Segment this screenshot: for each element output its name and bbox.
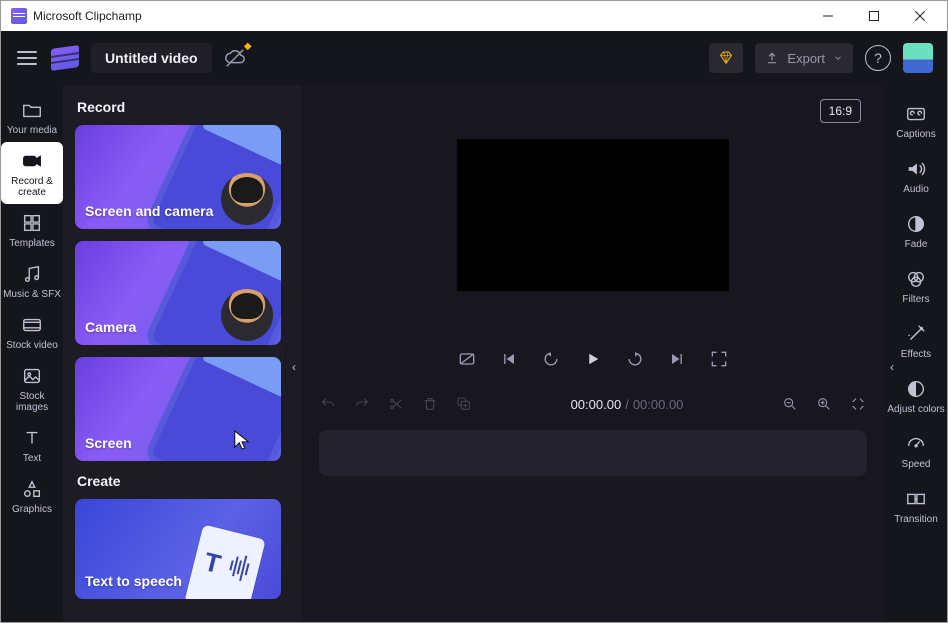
preview-area: 16:9 [301, 85, 885, 384]
music-icon [21, 263, 43, 285]
rr-filters[interactable]: Filters [885, 260, 947, 311]
rr-speed[interactable]: Speed [885, 425, 947, 476]
timeline: 00:00.00/00:00.00 [301, 384, 885, 622]
delete-button[interactable] [421, 395, 439, 413]
right-rail: ‹ Captions Audio Fade Filters [885, 85, 947, 622]
secondary-panel: Record Screen and camera Camera Screen [63, 85, 301, 622]
zoom-out-button[interactable] [781, 395, 799, 413]
rr-fade[interactable]: Fade [885, 205, 947, 256]
rail-record-create[interactable]: Record & create [1, 142, 63, 204]
transport-controls [301, 348, 885, 370]
audio-icon [905, 158, 927, 180]
export-button[interactable]: Export [755, 43, 853, 73]
titlebar: Microsoft Clipchamp [1, 1, 947, 31]
topbar: Untitled video ◆ Export ? [1, 31, 947, 85]
video-preview-canvas[interactable] [457, 139, 729, 291]
seek-forward-button[interactable] [624, 348, 646, 370]
stock-video-icon [21, 314, 43, 336]
upgrade-premium-button[interactable] [709, 43, 743, 73]
account-avatar[interactable] [903, 43, 933, 73]
person-avatar-icon [221, 173, 273, 225]
card-label: Camera [85, 319, 136, 335]
rail-your-media[interactable]: Your media [1, 91, 63, 142]
rr-audio[interactable]: Audio [885, 150, 947, 201]
captions-icon [905, 103, 927, 125]
zoom-fit-button[interactable] [849, 395, 867, 413]
card-screen-and-camera[interactable]: Screen and camera [75, 125, 281, 229]
duplicate-button[interactable] [455, 395, 473, 413]
main-area: 16:9 [301, 85, 885, 622]
transition-icon [905, 488, 927, 510]
zoom-in-button[interactable] [815, 395, 833, 413]
premium-indicator-icon: ◆ [244, 41, 252, 52]
adjust-colors-icon [905, 378, 927, 400]
card-camera[interactable]: Camera [75, 241, 281, 345]
folder-icon [21, 99, 43, 121]
redo-button[interactable] [353, 395, 371, 413]
rail-templates[interactable]: Templates [1, 204, 63, 255]
templates-icon [21, 212, 43, 234]
help-button[interactable]: ? [865, 45, 891, 71]
app-icon [11, 8, 27, 24]
card-screen[interactable]: Screen [75, 357, 281, 461]
chevron-left-icon: ‹ [890, 360, 894, 374]
fullscreen-button[interactable] [708, 348, 730, 370]
time-duration: 00:00.00 [633, 397, 684, 412]
split-button[interactable] [387, 395, 405, 413]
seek-back-button[interactable] [540, 348, 562, 370]
rail-stock-video[interactable]: Stock video [1, 306, 63, 357]
text-icon [21, 427, 43, 449]
window-title: Microsoft Clipchamp [33, 9, 142, 23]
window-close-button[interactable] [897, 1, 943, 31]
window-maximize-button[interactable] [851, 1, 897, 31]
aspect-ratio-button[interactable]: 16:9 [820, 99, 861, 123]
left-rail: Your media Record & create Templates Mus… [1, 85, 63, 622]
project-name-input[interactable]: Untitled video [91, 43, 212, 73]
filters-icon [905, 268, 927, 290]
play-button[interactable] [582, 348, 604, 370]
fade-icon [905, 213, 927, 235]
rail-text[interactable]: Text [1, 419, 63, 470]
skip-end-button[interactable] [666, 348, 688, 370]
effects-icon [905, 323, 927, 345]
timeline-toolbar: 00:00.00/00:00.00 [301, 384, 885, 424]
time-current: 00:00.00 [571, 397, 622, 412]
section-create-heading: Create [77, 473, 291, 489]
rail-music-sfx[interactable]: Music & SFX [1, 255, 63, 306]
window-minimize-button[interactable] [805, 1, 851, 31]
stock-images-icon [21, 365, 43, 387]
hide-preview-button[interactable] [456, 348, 478, 370]
app-body: Untitled video ◆ Export ? Your [1, 31, 947, 622]
camera-icon [21, 150, 43, 172]
rail-graphics[interactable]: Graphics [1, 470, 63, 521]
rr-transition[interactable]: Transition [885, 480, 947, 531]
card-label: Text to speech [85, 573, 182, 589]
graphics-icon [21, 478, 43, 500]
export-label: Export [787, 51, 825, 66]
timeline-track[interactable] [319, 430, 867, 476]
panel-collapse-button[interactable]: ‹ [286, 345, 301, 389]
undo-button[interactable] [319, 395, 337, 413]
rr-captions[interactable]: Captions [885, 95, 947, 146]
chevron-left-icon: ‹ [292, 360, 296, 374]
menu-button[interactable] [15, 46, 39, 70]
app-window: Microsoft Clipchamp Untitled video ◆ Exp… [0, 0, 948, 623]
clipchamp-logo-icon [51, 45, 79, 71]
body-row: Your media Record & create Templates Mus… [1, 85, 947, 622]
section-record-heading: Record [77, 99, 291, 115]
timeline-tracks[interactable] [301, 424, 885, 622]
tts-page-icon [184, 524, 265, 599]
rail-stock-images[interactable]: Stock images [1, 357, 63, 419]
skip-start-button[interactable] [498, 348, 520, 370]
timeline-timecode: 00:00.00/00:00.00 [489, 397, 765, 412]
right-rail-collapse-button[interactable]: ‹ [884, 345, 900, 389]
card-text-to-speech[interactable]: Text to speech [75, 499, 281, 599]
speed-icon [905, 433, 927, 455]
card-label: Screen and camera [85, 203, 213, 219]
cloud-sync-off-icon[interactable]: ◆ [224, 47, 246, 69]
person-avatar-icon [221, 289, 273, 341]
card-label: Screen [85, 435, 132, 451]
